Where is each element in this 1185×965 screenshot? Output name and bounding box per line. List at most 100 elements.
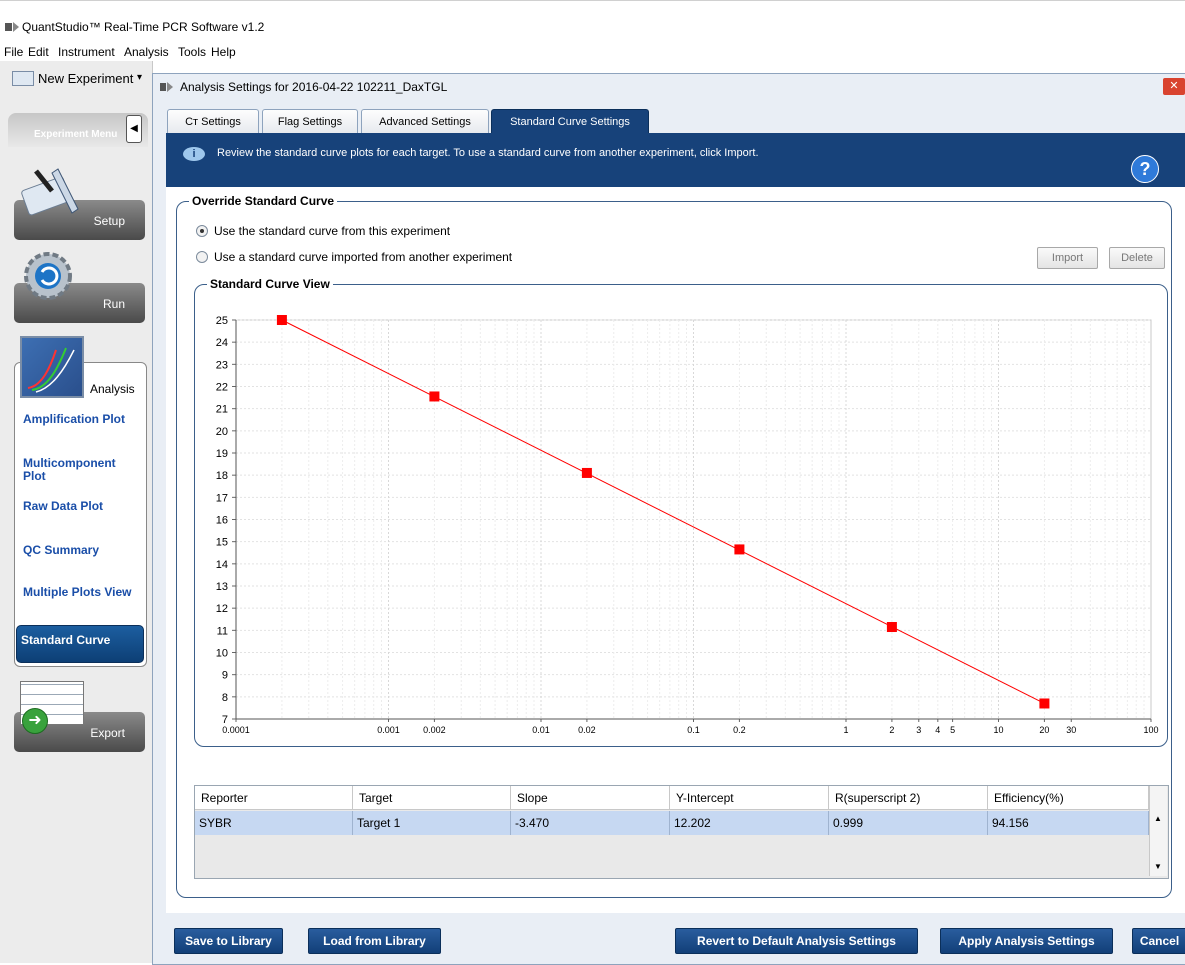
nav-raw-data-plot[interactable]: Raw Data Plot <box>23 500 141 513</box>
cell-efficiency[interactable]: 94.156 <box>988 811 1149 835</box>
data-point <box>429 391 440 402</box>
save-to-library-button[interactable]: Save to Library <box>174 928 283 954</box>
radio-this-experiment[interactable] <box>196 225 208 237</box>
x-tick-label: 20 <box>1039 725 1049 735</box>
y-tick-label: 15 <box>216 537 228 549</box>
data-point <box>734 544 745 555</box>
radio-this-experiment-label[interactable]: Use the standard curve from this experim… <box>214 224 450 238</box>
nav-qc-summary[interactable]: QC Summary <box>23 544 141 557</box>
x-tick-label: 1 <box>843 725 848 735</box>
y-tick-label: 18 <box>216 470 228 482</box>
x-tick-label: 4 <box>935 725 940 735</box>
run-gear-icon <box>22 250 74 302</box>
x-tick-label: 0.002 <box>423 725 446 735</box>
y-tick-label: 11 <box>217 625 228 637</box>
y-tick-label: 19 <box>216 448 228 460</box>
analysis-label[interactable]: Analysis <box>90 382 135 396</box>
menu-instrument[interactable]: Instrument <box>58 45 115 59</box>
y-tick-label: 8 <box>222 692 228 704</box>
tab-advanced-settings[interactable]: Advanced Settings <box>361 109 489 134</box>
y-tick-label: 17 <box>216 492 228 504</box>
load-from-library-button[interactable]: Load from Library <box>308 928 441 954</box>
nav-multiple-plots-view[interactable]: Multiple Plots View <box>23 586 141 599</box>
nav-standard-curve[interactable]: Standard Curve <box>16 625 144 663</box>
export-arrow-icon: ➜ <box>22 708 48 734</box>
nav-multicomponent-plot[interactable]: Multicomponent Plot <box>23 457 123 483</box>
y-tick-label: 9 <box>222 670 228 682</box>
menu-analysis[interactable]: Analysis <box>124 45 169 59</box>
setup-label: Setup <box>93 214 125 228</box>
collapse-sidebar-button[interactable]: ◀ <box>126 115 142 143</box>
help-icon[interactable]: ? <box>1131 155 1159 183</box>
col-y-intercept[interactable]: Y-Intercept <box>670 786 829 810</box>
y-tick-label: 10 <box>216 648 228 660</box>
y-tick-label: 14 <box>216 559 228 571</box>
col-reporter[interactable]: Reporter <box>195 786 353 810</box>
standard-curve-view-title: Standard Curve View <box>210 277 330 291</box>
tab-flag-settings[interactable]: Flag Settings <box>262 109 358 134</box>
col-target[interactable]: Target <box>353 786 511 810</box>
radio-imported-curve-label[interactable]: Use a standard curve imported from anoth… <box>214 250 512 264</box>
cell-slope[interactable]: -3.470 <box>511 811 670 835</box>
y-tick-label: 20 <box>216 426 228 438</box>
app-icon <box>4 20 22 34</box>
new-experiment-button[interactable]: New Experiment ▾ <box>4 68 146 88</box>
x-tick-label: 3 <box>916 725 921 735</box>
menu-file[interactable]: File <box>4 45 23 59</box>
scroll-up-icon[interactable]: ▲ <box>1154 814 1162 823</box>
y-tick-label: 24 <box>216 337 228 349</box>
y-tick-label: 22 <box>216 382 228 394</box>
apply-settings-button[interactable]: Apply Analysis Settings <box>940 928 1113 954</box>
analysis-panel <box>14 362 147 667</box>
x-tick-label: 0.2 <box>733 725 746 735</box>
data-point <box>1039 698 1050 709</box>
export-label: Export <box>90 726 125 740</box>
nav-standard-curve-label: Standard Curve <box>21 633 111 647</box>
close-icon[interactable]: ✕ <box>1163 78 1185 95</box>
table-scrollbar[interactable]: ▲ ▼ <box>1149 786 1167 876</box>
y-tick-label: 12 <box>216 603 228 615</box>
data-point <box>581 467 592 478</box>
revert-defaults-button[interactable]: Revert to Default Analysis Settings <box>675 928 918 954</box>
x-tick-label: 0.02 <box>578 725 596 735</box>
y-tick-label: 25 <box>216 315 228 327</box>
tab-standard-curve-settings[interactable]: Standard Curve Settings <box>491 109 649 134</box>
x-tick-label: 0.0001 <box>222 725 250 735</box>
cell-reporter[interactable]: SYBR <box>195 811 353 835</box>
radio-imported-curve[interactable] <box>196 251 208 263</box>
y-tick-label: 16 <box>216 515 228 527</box>
scroll-down-icon[interactable]: ▼ <box>1154 862 1162 871</box>
x-tick-label: 0.1 <box>687 725 700 735</box>
menu-edit[interactable]: Edit <box>28 45 49 59</box>
menu-help[interactable]: Help <box>211 45 236 59</box>
menu-tools[interactable]: Tools <box>178 45 206 59</box>
cancel-button[interactable]: Cancel <box>1132 928 1185 954</box>
x-tick-label: 30 <box>1066 725 1076 735</box>
chevron-down-icon: ▾ <box>137 72 143 83</box>
y-tick-label: 21 <box>216 404 228 416</box>
dialog-title: Analysis Settings for 2016-04-22 102211_… <box>180 80 448 94</box>
cell-y-intercept[interactable]: 12.202 <box>670 811 829 835</box>
col-r-squared[interactable]: R(superscript 2) <box>829 786 988 810</box>
import-button[interactable]: Import <box>1037 247 1098 269</box>
cell-target[interactable]: Target 1 <box>353 811 511 835</box>
y-tick-label: 23 <box>216 359 228 371</box>
delete-button[interactable]: Delete <box>1109 247 1165 269</box>
analysis-chart-icon[interactable] <box>20 336 84 398</box>
run-label: Run <box>102 297 125 311</box>
col-slope[interactable]: Slope <box>511 786 670 810</box>
info-banner <box>166 133 1185 187</box>
banner-text: Review the standard curve plots for each… <box>217 147 759 159</box>
y-tick-label: 13 <box>216 581 228 593</box>
app-title: QuantStudio™ Real-Time PCR Software v1.2 <box>22 20 265 34</box>
data-point <box>886 622 897 633</box>
tab-ct-settings[interactable]: Cт Settings <box>167 109 259 134</box>
cell-r-squared[interactable]: 0.999 <box>829 811 988 835</box>
nav-amplification-plot[interactable]: Amplification Plot <box>23 413 141 426</box>
col-efficiency[interactable]: Efficiency(%) <box>988 786 1149 810</box>
x-tick-label: 0.001 <box>377 725 400 735</box>
experiment-menu-label: Experiment Menu <box>34 129 118 140</box>
x-tick-label: 10 <box>993 725 1003 735</box>
new-experiment-label: New Experiment <box>38 71 134 86</box>
data-point <box>276 315 287 325</box>
